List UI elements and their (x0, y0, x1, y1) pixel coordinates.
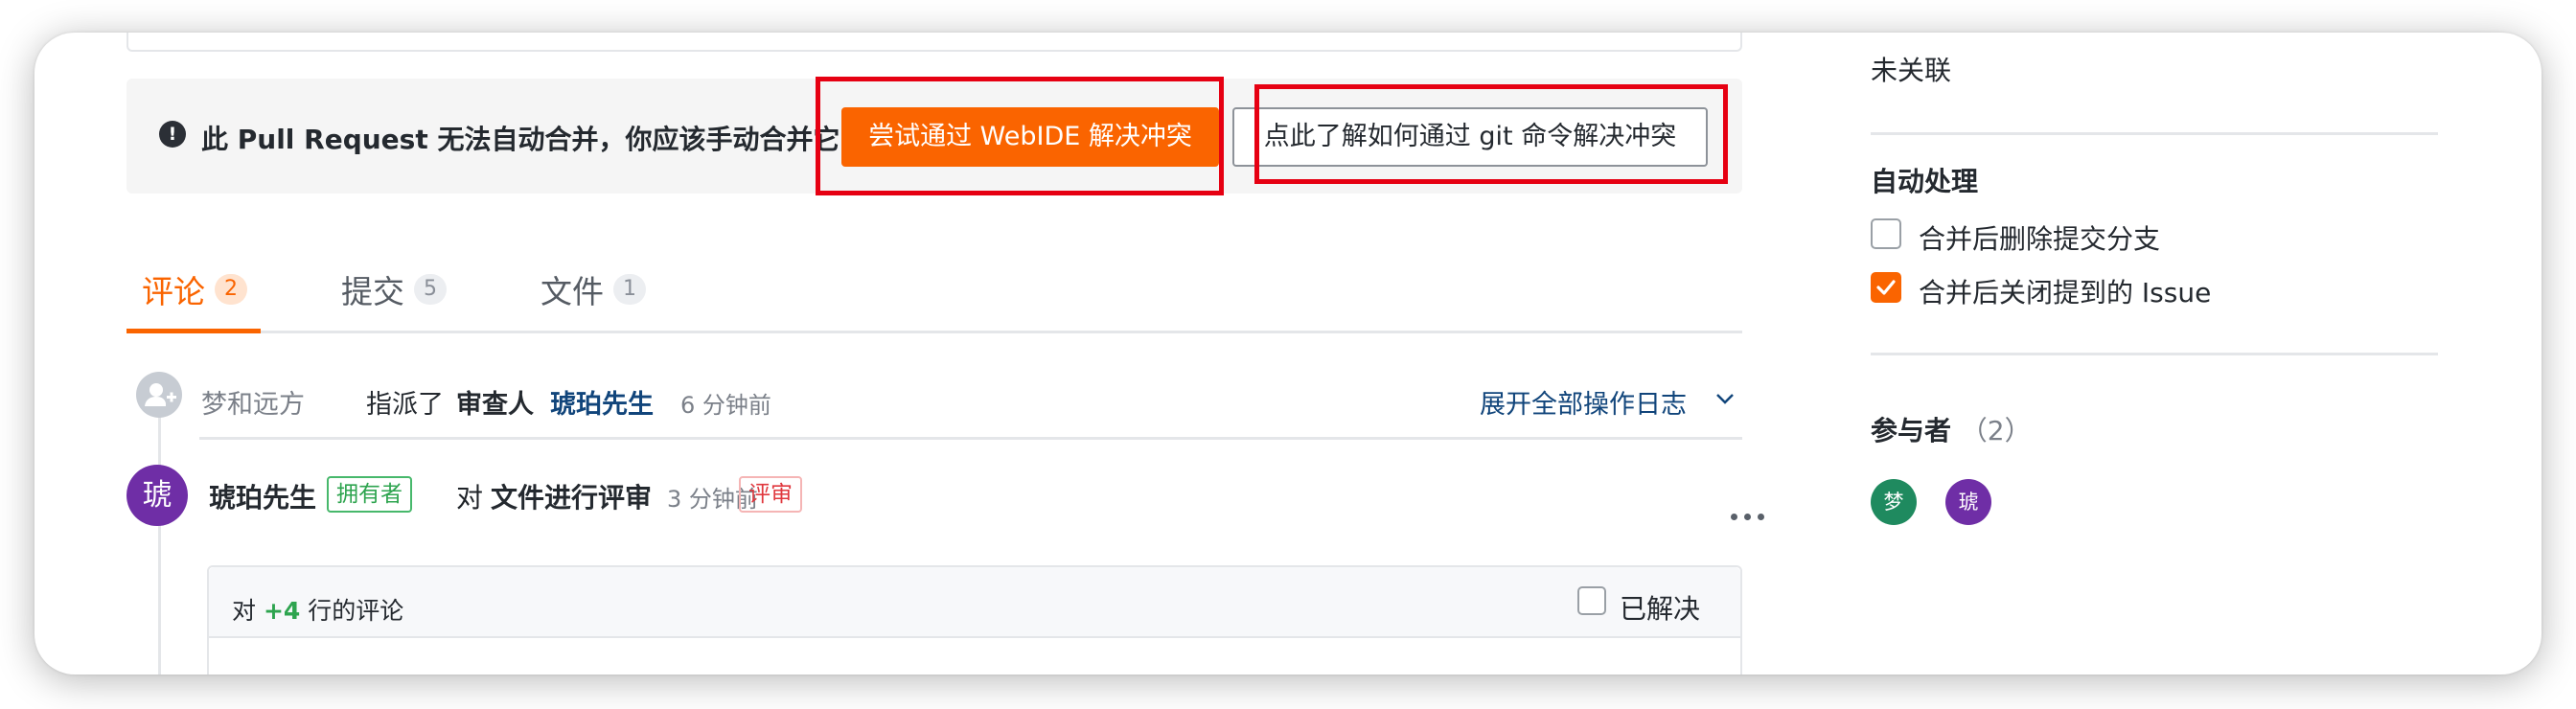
highlight-box-git-help (1254, 84, 1728, 184)
check-icon (1876, 280, 1896, 295)
sidebar-divider (1871, 353, 2438, 355)
previous-panel-edge (126, 33, 1742, 52)
tab-files[interactable]: 文件 1 (540, 266, 646, 312)
activity-divider (199, 437, 1742, 440)
resolved-label[interactable]: 已解决 (1620, 588, 1700, 627)
more-options-icon[interactable] (1731, 514, 1765, 525)
chevron-down-icon[interactable] (1714, 387, 1736, 410)
tab-comments[interactable]: 评论 2 (142, 266, 247, 312)
merge-notice-text: 此 Pull Request 无法自动合并，你应该手动合并它 (201, 124, 840, 155)
participants-label: 参与者 (1871, 415, 1952, 446)
participant-avatar[interactable]: 梦 (1871, 479, 1917, 525)
activity-actor[interactable]: 梦和远方 (201, 383, 305, 421)
add-user-icon (136, 372, 182, 418)
comment-box-header (209, 567, 1740, 638)
activity-role: 审查人 (456, 390, 534, 420)
activity-action: 指派了 (366, 390, 444, 420)
line-count: +4 (263, 597, 301, 625)
tab-count-badge: 1 (613, 274, 646, 305)
auto-process-title: 自动处理 (1871, 166, 1979, 197)
tab-count-badge: 2 (215, 274, 247, 305)
delete-branch-checkbox[interactable] (1871, 218, 1901, 249)
delete-branch-label[interactable]: 合并后删除提交分支 (1919, 218, 2160, 257)
review-action: 文件进行评审 (491, 482, 653, 514)
comment-box-title: 对 +4 行的评论 (232, 592, 403, 627)
close-issue-checkbox[interactable] (1871, 272, 1901, 303)
comment-prefix: 对 (232, 597, 257, 625)
tab-commits[interactable]: 提交 5 (341, 266, 447, 312)
avatar[interactable]: 琥 (126, 465, 188, 526)
review-type-badge: 评审 (739, 476, 802, 513)
timeline-line (158, 416, 161, 675)
resolved-checkbox[interactable] (1577, 586, 1606, 615)
participants-count: （2） (1960, 415, 2032, 446)
participant-avatar[interactable]: 琥 (1945, 479, 1991, 525)
app-window: ! 此 Pull Request 无法自动合并，你应该手动合并它 尝试通过 We… (34, 33, 2542, 675)
sidebar-divider (1871, 132, 2438, 135)
participants-title: 参与者 （2） (1871, 410, 2032, 448)
expand-log-link[interactable]: 展开全部操作日志 (1480, 383, 1687, 421)
activity-time: 6 分钟前 (680, 392, 771, 419)
close-issue-label[interactable]: 合并后关闭提到的 Issue (1919, 272, 2211, 310)
tab-count-badge: 5 (414, 274, 447, 305)
tab-label: 评论 (142, 273, 205, 310)
linked-issue-value: 未关联 (1871, 55, 1952, 86)
review-prefix: 对 (456, 482, 484, 514)
active-tab-indicator (126, 329, 261, 333)
tab-label: 提交 (341, 273, 404, 310)
review-author[interactable]: 琥珀先生 (209, 477, 316, 515)
owner-badge: 拥有者 (327, 476, 412, 513)
highlight-box-webide (816, 77, 1224, 195)
tabs-divider (126, 331, 1742, 333)
comment-suffix: 行的评论 (308, 597, 404, 625)
tab-label: 文件 (540, 273, 604, 310)
activity-target-user[interactable]: 琥珀先生 (550, 383, 654, 421)
exclamation-circle-icon: ! (159, 121, 186, 148)
